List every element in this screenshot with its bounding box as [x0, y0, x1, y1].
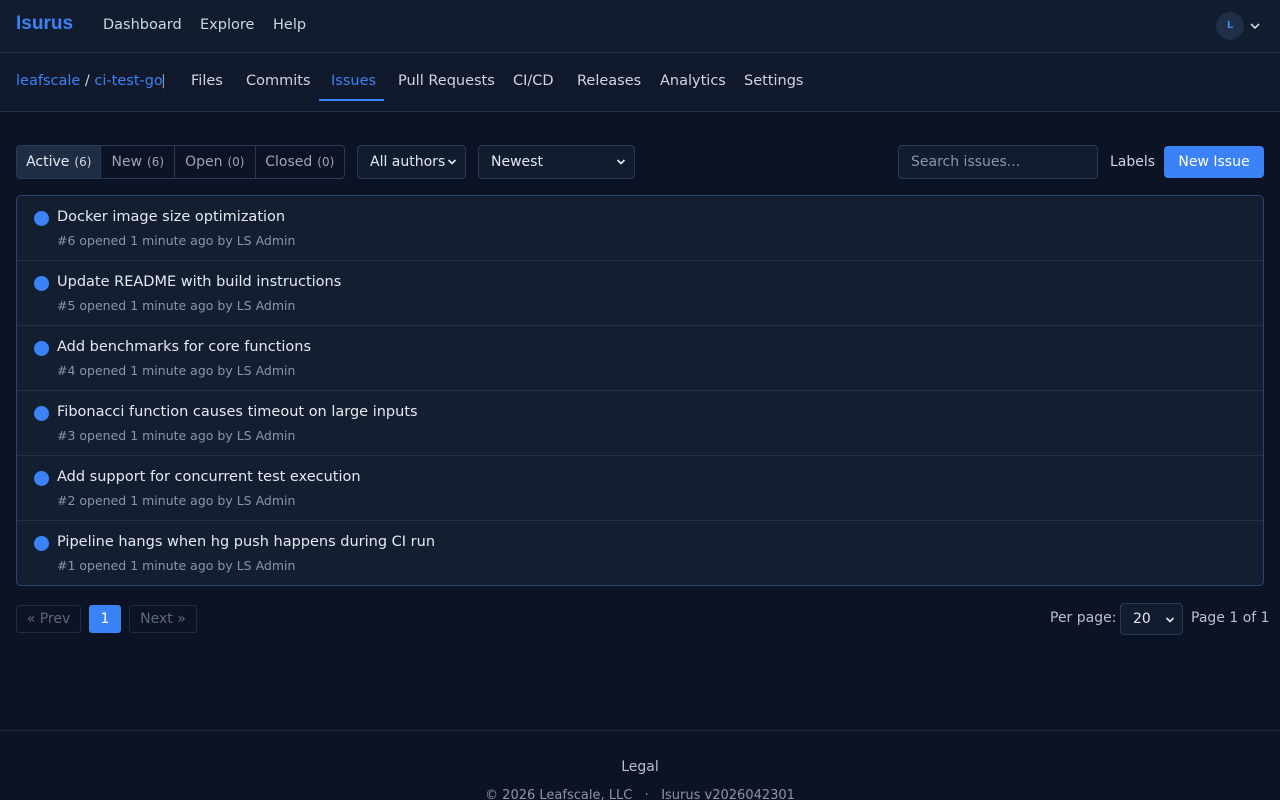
active-tab-indicator — [319, 99, 384, 101]
filter-new[interactable]: New (6) — [101, 146, 176, 178]
breadcrumb-owner[interactable]: leafscale — [16, 73, 80, 89]
search-input[interactable] — [898, 145, 1098, 179]
open-issue-icon — [34, 211, 49, 226]
prev-page-button[interactable]: « Prev — [16, 605, 81, 633]
issue-row[interactable]: Add support for concurrent test executio… — [17, 456, 1263, 521]
tab-pull-requests[interactable]: Pull Requests — [398, 73, 495, 89]
filter-open-count: (0) — [227, 155, 245, 169]
issue-title[interactable]: Pipeline hangs when hg push happens duri… — [57, 534, 435, 550]
page-info: Page 1 of 1 — [1191, 610, 1270, 626]
open-issue-icon — [34, 341, 49, 356]
footer-legal-link[interactable]: Legal — [0, 759, 1280, 775]
avatar[interactable]: L — [1216, 12, 1244, 40]
issue-title[interactable]: Docker image size optimization — [57, 209, 285, 225]
filter-closed-count: (0) — [317, 155, 335, 169]
filter-new-label: New — [111, 154, 143, 170]
tab-releases[interactable]: Releases — [577, 73, 641, 89]
filter-active-label: Active — [26, 154, 70, 170]
issue-meta: #6 opened 1 minute ago by LS Admin — [57, 233, 296, 248]
nav-dashboard[interactable]: Dashboard — [103, 17, 182, 33]
open-issue-icon — [34, 276, 49, 291]
breadcrumb-separator: / — [84, 73, 90, 89]
filter-active-count: (6) — [74, 155, 92, 169]
issue-meta: #1 opened 1 minute ago by LS Admin — [57, 558, 296, 573]
breadcrumb-repo[interactable]: ci-test-go — [94, 73, 162, 89]
issue-row[interactable]: Docker image size optimization #6 opened… — [17, 196, 1263, 261]
breadcrumb: leafscale / ci-test-go — [16, 73, 163, 89]
issue-meta: #4 opened 1 minute ago by LS Admin — [57, 363, 296, 378]
issue-row[interactable]: Fibonacci function causes timeout on lar… — [17, 391, 1263, 456]
issue-row[interactable]: Pipeline hangs when hg push happens duri… — [17, 521, 1263, 585]
next-page-button[interactable]: Next » — [129, 605, 197, 633]
nav-explore[interactable]: Explore — [200, 17, 254, 33]
issue-meta: #3 opened 1 minute ago by LS Admin — [57, 428, 296, 443]
open-issue-icon — [34, 536, 49, 551]
repo-bar: leafscale / ci-test-go | Files Commits I… — [0, 53, 1280, 112]
brand-logo[interactable]: Isurus — [16, 13, 73, 35]
chevron-down-icon — [447, 159, 457, 165]
chevron-down-icon — [1165, 617, 1175, 623]
per-page-select[interactable]: 20 — [1120, 603, 1183, 635]
chevron-down-icon[interactable] — [1249, 20, 1261, 32]
open-issue-icon — [34, 406, 49, 421]
tab-commits[interactable]: Commits — [246, 73, 311, 89]
issue-title[interactable]: Add support for concurrent test executio… — [57, 469, 361, 485]
labels-link[interactable]: Labels — [1110, 154, 1155, 170]
new-issue-button[interactable]: New Issue — [1164, 146, 1264, 178]
filter-new-count: (6) — [147, 155, 165, 169]
sort-select[interactable]: Newest — [478, 145, 635, 179]
open-issue-icon — [34, 471, 49, 486]
filter-closed-label: Closed — [265, 154, 313, 170]
tab-cicd[interactable]: CI/CD — [513, 73, 554, 89]
author-select[interactable]: All authors — [357, 145, 466, 179]
filter-open[interactable]: Open (0) — [175, 146, 256, 178]
breadcrumb-divider: | — [161, 73, 166, 89]
nav-help[interactable]: Help — [273, 17, 306, 33]
footer: Legal © 2026 Leafscale, LLC · Isurus v20… — [0, 730, 1280, 800]
tab-analytics[interactable]: Analytics — [660, 73, 726, 89]
page-1-button[interactable]: 1 — [89, 605, 121, 633]
sort-select-value: Newest — [491, 154, 543, 170]
issue-title[interactable]: Fibonacci function causes timeout on lar… — [57, 404, 418, 420]
issue-row[interactable]: Add benchmarks for core functions #4 ope… — [17, 326, 1263, 391]
issue-title[interactable]: Add benchmarks for core functions — [57, 339, 311, 355]
per-page-value: 20 — [1133, 611, 1151, 627]
footer-copyright: © 2026 Leafscale, LLC · Isurus v20260423… — [485, 788, 795, 800]
issue-row[interactable]: Update README with build instructions #5… — [17, 261, 1263, 326]
issue-meta: #5 opened 1 minute ago by LS Admin — [57, 298, 296, 313]
issue-title[interactable]: Update README with build instructions — [57, 274, 341, 290]
author-select-value: All authors — [370, 154, 446, 170]
tab-issues[interactable]: Issues — [331, 73, 376, 89]
tab-files[interactable]: Files — [191, 73, 223, 89]
issue-list: Docker image size optimization #6 opened… — [16, 195, 1264, 586]
state-filter: Active (6) New (6) Open (0) Closed (0) — [16, 145, 345, 179]
filter-active[interactable]: Active (6) — [17, 146, 102, 178]
top-nav: Isurus Dashboard Explore Help L — [0, 0, 1280, 53]
filter-open-label: Open — [185, 154, 223, 170]
chevron-down-icon — [616, 159, 626, 165]
per-page-label: Per page: — [1050, 610, 1117, 626]
filter-closed[interactable]: Closed (0) — [256, 146, 344, 178]
tab-settings[interactable]: Settings — [744, 73, 803, 89]
issue-meta: #2 opened 1 minute ago by LS Admin — [57, 493, 296, 508]
